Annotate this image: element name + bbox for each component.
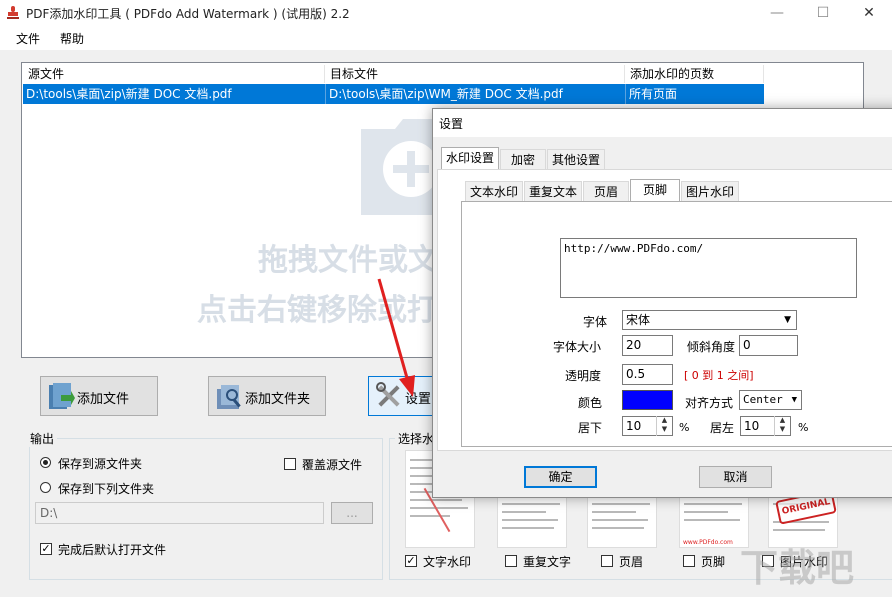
save-to-radio[interactable]	[40, 482, 51, 493]
output-path-field[interactable]: D:\	[35, 502, 324, 524]
left-offset-label: 居左	[710, 421, 735, 435]
add-file-button[interactable]: 添加文件	[40, 376, 158, 416]
cell-pages: 所有页面	[625, 84, 764, 104]
left-offset-value: 10	[744, 419, 760, 433]
column-header-pages[interactable]: 添加水印的页数	[625, 65, 764, 83]
overwrite-label[interactable]: 覆盖源文件	[302, 456, 362, 473]
site-logo: 下载吧	[740, 546, 855, 590]
font-label: 字体	[583, 315, 608, 329]
menu-bar: 文件 帮助	[0, 26, 892, 50]
chevron-down-icon: ▼	[791, 395, 797, 405]
red-arrow-icon	[377, 278, 415, 397]
opacity-label: 透明度	[565, 369, 602, 383]
dialog-title: 设置	[439, 117, 464, 131]
header-label[interactable]: 页眉	[619, 553, 643, 570]
add-file-label: 添加文件	[77, 392, 130, 407]
title-bar: PDF添加水印工具 ( PDFdo Add Watermark ) (试用版) …	[0, 0, 892, 26]
select-watermark-title: 选择水	[395, 430, 438, 447]
angle-input[interactable]: 0	[739, 335, 798, 356]
font-size-label: 字体大小	[553, 340, 602, 354]
browse-button[interactable]: ...	[331, 502, 373, 524]
dialog-title-bar: 设置	[433, 109, 892, 137]
align-label: 对齐方式	[685, 396, 734, 410]
output-group-title: 输出	[27, 430, 58, 447]
bottom-offset-input[interactable]: 10 ▲ ▼	[622, 416, 673, 436]
left-offset-input[interactable]: 10 ▲ ▼	[740, 416, 791, 436]
bottom-offset-value: 10	[626, 419, 642, 433]
watermark-text-area[interactable]: http://www.PDFdo.com/	[560, 238, 857, 298]
ok-button[interactable]: 确定	[524, 466, 597, 488]
cancel-button[interactable]: 取消	[699, 466, 772, 488]
font-select[interactable]: 宋体 ▼	[622, 310, 797, 330]
subtab-header[interactable]: 页眉	[583, 181, 629, 201]
open-after-checkbox[interactable]: ✓	[40, 543, 52, 555]
spinner-arrows-icon[interactable]: ▲ ▼	[774, 416, 790, 436]
add-folder-label: 添加文件夹	[245, 392, 311, 407]
subtab-repeat-text[interactable]: 重复文本	[524, 181, 582, 201]
color-swatch[interactable]	[622, 390, 673, 410]
tab-other-settings[interactable]: 其他设置	[547, 149, 605, 169]
menu-file[interactable]: 文件	[16, 30, 40, 47]
repeat-text-checkbox[interactable]	[505, 555, 517, 567]
subtab-image-watermark[interactable]: 图片水印	[681, 181, 739, 201]
footer-sample-text: www.PDFdo.com	[683, 539, 733, 546]
text-watermark-checkbox[interactable]: ✓	[405, 555, 417, 567]
text-watermark-label[interactable]: 文字水印	[423, 553, 471, 570]
add-folder-button[interactable]: 添加文件夹	[208, 376, 326, 416]
table-row[interactable]: D:\tools\桌面\zip\新建 DOC 文档.pdf D:\tools\桌…	[23, 84, 764, 104]
save-source-label[interactable]: 保存到源文件夹	[58, 455, 142, 472]
footer-label[interactable]: 页脚	[701, 553, 725, 570]
header-checkbox[interactable]	[601, 555, 613, 567]
save-to-label[interactable]: 保存到下列文件夹	[58, 480, 154, 497]
subtab-text-watermark[interactable]: 文本水印	[465, 181, 523, 201]
settings-dialog: 设置 水印设置 加密 其他设置 文本水印 重复文本 页眉 页脚 图片水印 htt…	[432, 108, 892, 498]
close-button[interactable]: ✕	[846, 0, 892, 26]
opacity-input[interactable]: 0.5	[622, 364, 673, 385]
font-size-input[interactable]: 20	[622, 335, 673, 356]
cell-target: D:\tools\桌面\zip\WM_新建 DOC 文档.pdf	[325, 84, 625, 104]
minimize-button[interactable]: —	[754, 0, 800, 26]
app-stamp-icon	[7, 6, 19, 19]
tab-watermark-settings[interactable]: 水印设置	[441, 147, 499, 169]
font-value: 宋体	[626, 313, 651, 327]
drop-hint-line1: 拖拽文件或文	[258, 243, 438, 278]
column-header-target[interactable]: 目标文件	[325, 65, 625, 83]
align-select[interactable]: Center ▼	[739, 390, 802, 410]
column-header-source[interactable]: 源文件	[23, 65, 325, 83]
repeat-text-label[interactable]: 重复文字	[523, 553, 571, 570]
chevron-down-icon: ▼	[784, 315, 791, 325]
color-label: 颜色	[578, 396, 603, 410]
angle-label: 倾斜角度	[687, 340, 736, 354]
opacity-range-hint: [ 0 到 1 之间]	[684, 369, 754, 382]
add-folder-icon	[217, 385, 241, 409]
save-source-radio[interactable]	[40, 457, 51, 468]
subtab-footer[interactable]: 页脚	[630, 179, 680, 201]
bottom-offset-label: 居下	[578, 421, 603, 435]
add-file-icon	[49, 383, 75, 409]
window-title: PDF添加水印工具 ( PDFdo Add Watermark ) (试用版) …	[26, 7, 350, 21]
align-value: Center	[743, 393, 783, 406]
menu-help[interactable]: 帮助	[60, 30, 84, 47]
spinner-arrows-icon[interactable]: ▲ ▼	[656, 416, 672, 436]
overwrite-checkbox[interactable]	[284, 458, 296, 470]
tab-encrypt[interactable]: 加密	[500, 149, 546, 169]
open-after-label[interactable]: 完成后默认打开文件	[58, 541, 166, 558]
left-percent: %	[798, 421, 809, 434]
bottom-percent: %	[679, 421, 690, 434]
cell-source: D:\tools\桌面\zip\新建 DOC 文档.pdf	[26, 87, 232, 101]
maximize-button[interactable]: ☐	[800, 0, 846, 26]
footer-checkbox[interactable]	[683, 555, 695, 567]
